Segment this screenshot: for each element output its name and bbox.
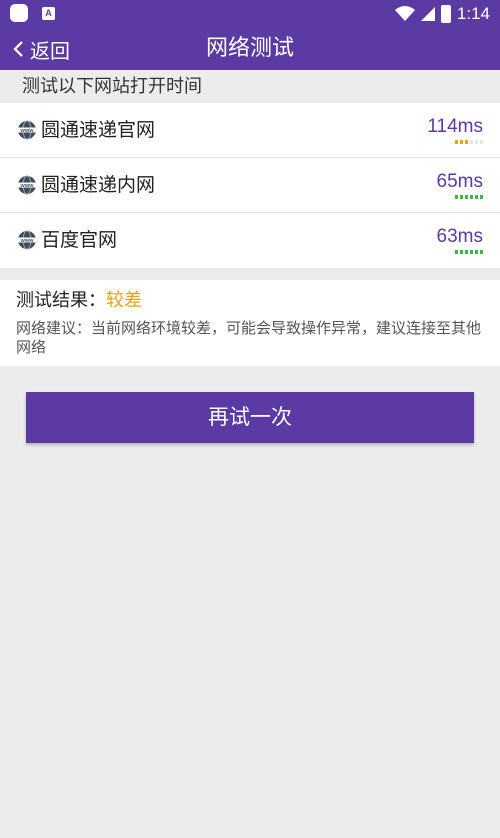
chevron-left-icon [13,41,23,57]
site-row: WWW 圆通速递官网 114ms [0,103,500,158]
cell-signal-icon [420,7,435,21]
status-bar-notifications: A [10,4,55,22]
signal-segment [465,195,468,199]
svg-text:WWW: WWW [20,128,34,133]
globe-www-icon: WWW [18,230,36,250]
signal-segment [460,195,463,199]
signal-segment [460,140,463,144]
page-title: 网络测试 [205,36,294,61]
signal-segment [470,195,473,199]
wifi-icon [394,6,415,21]
signal-segment [480,140,483,144]
signal-segment [480,250,483,254]
signal-segment [455,250,458,254]
signal-segment [475,195,478,199]
status-time: 1:14 [456,4,490,23]
signal-segment [475,140,478,144]
signal-segment [460,250,463,254]
section-label: 测试以下网站打开时间 [22,76,202,97]
signal-segment [465,250,468,254]
status-bar: A 1:14 [0,0,500,28]
site-latency: 63ms [436,226,483,247]
site-latency: 114ms [427,116,483,137]
result-label: 测试结果： [16,290,106,311]
site-row: WWW 圆通速递内网 65ms [0,158,500,213]
signal-segment [455,140,458,144]
site-name: 圆通速递官网 [41,119,156,141]
site-row: WWW 百度官网 63ms [0,213,500,268]
svg-text:WWW: WWW [20,183,34,188]
globe-www-icon: WWW [18,120,36,140]
app-bar: 返回 网络测试 [0,28,500,70]
signal-strength-indicator [455,140,483,144]
signal-segment [475,250,478,254]
back-label: 返回 [30,38,70,63]
network-advice: 网络建议：当前网络环境较差，可能会导致操作异常，建议连接至其他网络 [16,319,482,356]
signal-segment [470,140,473,144]
status-bar-system: 1:14 [394,3,490,25]
test-result-panel: 测试结果：较差 网络建议：当前网络环境较差，可能会导致操作异常，建议连接至其他网… [0,280,500,366]
site-name: 百度官网 [41,229,118,251]
signal-segment [455,195,458,199]
svg-text:WWW: WWW [20,238,34,243]
globe-www-icon: WWW [18,175,36,195]
signal-segment [480,195,483,199]
result-line: 测试结果：较差 [16,288,142,314]
signal-segment [470,250,473,254]
a-notification-icon: A [42,6,55,20]
retry-button[interactable]: 再试一次 [26,392,474,443]
signal-segment [465,140,468,144]
site-list: WWW 圆通速递官网 114ms WWW 圆通速递内网 65ms WWW 百度官… [0,103,500,268]
battery-icon [440,5,451,23]
app-notification-icon [10,4,28,22]
result-value: 较差 [106,290,142,311]
back-button[interactable]: 返回 [12,28,70,70]
signal-strength-indicator [455,195,483,199]
site-latency: 65ms [436,171,483,192]
signal-strength-indicator [455,250,483,254]
site-name: 圆通速递内网 [41,174,156,196]
